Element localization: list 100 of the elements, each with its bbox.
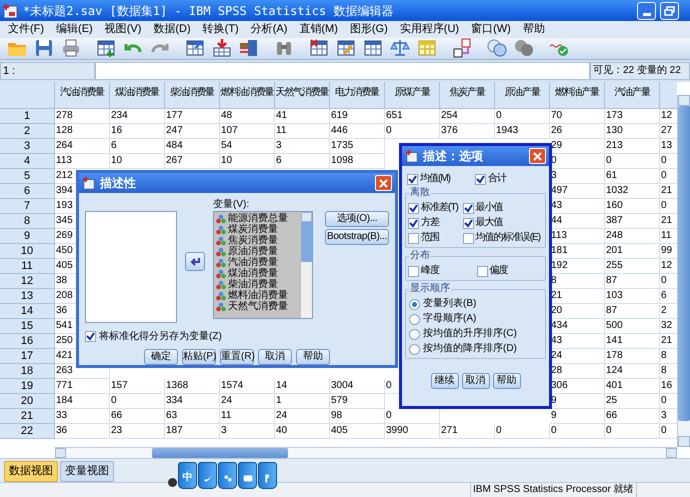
checkbox[interactable] <box>85 331 96 342</box>
row-header[interactable]: 7 <box>0 198 55 214</box>
column-header[interactable]: 燃料油产量 <box>550 82 605 109</box>
row-header[interactable]: 12 <box>0 274 55 289</box>
dialog-button[interactable]: 重置(R) <box>220 349 254 365</box>
close-button[interactable] <box>529 148 546 164</box>
columns-icon[interactable] <box>239 38 259 58</box>
row-header[interactable]: 4 <box>0 154 55 169</box>
column-header[interactable]: 煤油消费量 <box>110 82 165 109</box>
table-icon[interactable] <box>363 38 383 58</box>
dialog-button[interactable]: 取消 <box>462 373 490 389</box>
dialog-button[interactable]: 粘贴(P) <box>182 349 216 365</box>
column-header[interactable]: 原煤产量 <box>385 82 440 109</box>
checkbox[interactable] <box>475 174 486 184</box>
row-header[interactable]: 20 <box>0 394 55 409</box>
column-header[interactable]: 天然气消费量 <box>275 82 330 109</box>
dialog-button[interactable]: 选项(O)... <box>325 211 389 227</box>
row-header[interactable]: 3 <box>0 138 55 154</box>
checkbox[interactable] <box>462 218 474 228</box>
row-header[interactable]: 18 <box>0 364 55 379</box>
row-header[interactable]: 10 <box>0 244 55 259</box>
checkbox[interactable] <box>408 232 419 244</box>
row-header[interactable]: 22 <box>0 424 55 439</box>
column-header[interactable]: 电力消费量 <box>330 82 385 109</box>
overlapping-circles-icon[interactable] <box>514 38 534 58</box>
dialog-button[interactable]: 帮助 <box>492 373 520 389</box>
menu-item[interactable]: 数据(D) <box>147 22 197 37</box>
list-scrollbar[interactable] <box>301 212 312 318</box>
radio-button[interactable] <box>409 328 420 340</box>
table-pencil-icon[interactable] <box>336 38 356 58</box>
table-down-arrow-icon[interactable] <box>212 38 232 58</box>
menu-item[interactable]: 图形(G) <box>344 22 394 37</box>
dialog-button[interactable]: 继续 <box>430 373 458 389</box>
menu-item[interactable]: 实用程序(U) <box>394 22 466 37</box>
column-header[interactable]: 汽油产量 <box>605 82 660 109</box>
list-item[interactable]: 煤油消费量 <box>228 268 278 279</box>
column-header[interactable]: 燃料油消费量 <box>220 82 275 109</box>
list-item[interactable]: 焦炭消费量 <box>228 235 278 246</box>
checkbox[interactable] <box>462 202 474 214</box>
row-header[interactable]: 1 <box>0 108 55 124</box>
row-header[interactable]: 11 <box>0 258 55 274</box>
row-header[interactable]: 15 <box>0 318 55 334</box>
menu-item[interactable]: 窗口(W) <box>465 22 517 37</box>
checkbox[interactable] <box>408 202 419 214</box>
row-header[interactable]: 13 <box>0 288 55 304</box>
row-header[interactable]: 16 <box>0 334 55 349</box>
column-header[interactable]: 焦炭产量 <box>440 82 495 109</box>
list-item[interactable]: 能源消费总量 <box>228 213 288 224</box>
restore-button[interactable] <box>660 2 679 20</box>
scrollbar-thumb[interactable] <box>152 448 288 458</box>
value-labels-icon[interactable] <box>452 38 472 58</box>
checkbox[interactable] <box>408 218 419 228</box>
table-cross-icon[interactable] <box>309 38 329 58</box>
list-item[interactable]: 汽油消费量 <box>228 257 278 268</box>
row-header[interactable]: 19 <box>0 378 55 394</box>
menu-item[interactable]: 帮助 <box>516 22 551 37</box>
minimize-button[interactable] <box>637 2 656 20</box>
scales-icon[interactable] <box>390 38 410 58</box>
horizontal-scrollbar[interactable] <box>55 446 677 458</box>
dialog-button[interactable]: 确定 <box>144 349 178 365</box>
list-item[interactable]: 煤炭消费量 <box>228 224 278 235</box>
column-header[interactable]: 柴油消费量 <box>165 82 220 109</box>
menu-item[interactable]: 文件(F) <box>2 22 50 37</box>
dialog-button[interactable]: 帮助 <box>296 349 330 365</box>
column-header[interactable]: 汽油消费量 <box>55 82 110 109</box>
cell-editor-field[interactable] <box>95 62 590 80</box>
variable-list[interactable]: 能源消费总量 煤炭消费量 焦炭消费量 原油消费量 汽油消费量 煤油消费量 柴油消费量 燃料油消费量 天然气消费量 <box>213 211 313 319</box>
row-header[interactable]: 21 <box>0 408 55 424</box>
list-item[interactable]: 燃料油消费量 <box>228 290 288 301</box>
ime-button[interactable] <box>238 462 257 489</box>
move-button[interactable] <box>185 252 205 270</box>
row-header[interactable]: 9 <box>0 228 55 244</box>
row-header[interactable]: 6 <box>0 184 55 199</box>
dialog-button[interactable]: 取消 <box>258 349 292 365</box>
column-header[interactable]: 原油产量 <box>495 82 550 109</box>
close-button[interactable] <box>375 175 392 191</box>
vertical-scrollbar[interactable] <box>677 94 690 447</box>
ime-button[interactable] <box>198 462 217 489</box>
menu-item[interactable]: 转换(T) <box>196 22 245 37</box>
radio-button[interactable] <box>409 344 420 354</box>
list-item[interactable]: 天然气消费量 <box>228 301 288 312</box>
menu-item[interactable]: 直销(M) <box>293 22 344 37</box>
scrollbar-thumb[interactable] <box>678 106 690 421</box>
menu-item[interactable]: 视图(V) <box>98 22 148 37</box>
ime-button[interactable] <box>218 462 237 489</box>
overlapping-circles-icon[interactable] <box>487 38 507 58</box>
row-header[interactable]: 5 <box>0 168 55 184</box>
dialog-button[interactable]: Bootstrap(B)... <box>325 229 389 245</box>
source-list[interactable] <box>85 211 177 323</box>
list-item[interactable]: 原油消费量 <box>228 246 278 257</box>
printer-icon[interactable] <box>61 38 81 58</box>
row-header[interactable]: 8 <box>0 214 55 229</box>
list-item[interactable]: 柴油消费量 <box>228 279 278 290</box>
checkbox[interactable] <box>476 266 488 276</box>
menu-item[interactable]: 编辑(E) <box>50 22 99 37</box>
ime-button[interactable] <box>258 462 277 489</box>
menu-item[interactable]: 分析(A) <box>244 22 294 37</box>
checkbox[interactable] <box>408 266 419 276</box>
checkbox[interactable] <box>462 232 474 244</box>
row-header[interactable]: 17 <box>0 348 55 364</box>
